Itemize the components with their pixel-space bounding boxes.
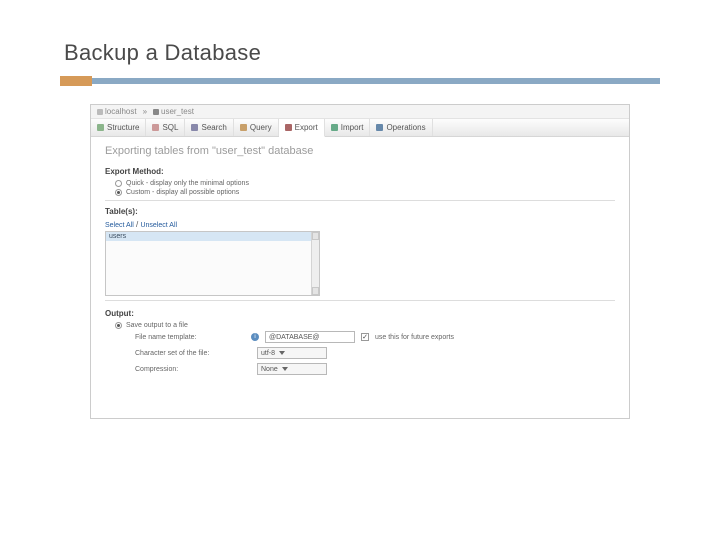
query-icon xyxy=(240,124,247,131)
export-content: Exporting tables from "user_test" databa… xyxy=(91,137,629,387)
accent-bar xyxy=(92,78,660,84)
radio-save-file[interactable] xyxy=(115,322,122,329)
tab-structure[interactable]: Structure xyxy=(91,119,146,136)
breadcrumb-db-label: user_test xyxy=(161,107,194,116)
future-exports-label: use this for future exports xyxy=(375,334,454,341)
tab-import[interactable]: Import xyxy=(325,119,371,136)
accent-block xyxy=(60,76,92,86)
database-icon xyxy=(153,109,159,115)
breadcrumb-db[interactable]: user_test xyxy=(153,107,194,116)
tables-listbox[interactable]: users xyxy=(105,231,320,296)
tab-search-label: Search xyxy=(201,123,226,132)
tab-query[interactable]: Query xyxy=(234,119,279,136)
filename-input[interactable]: @DATABASE@ xyxy=(265,331,355,343)
search-icon xyxy=(191,124,198,131)
tab-export-label: Export xyxy=(295,123,318,132)
scroll-down-button[interactable] xyxy=(312,287,319,295)
server-icon xyxy=(97,109,103,115)
sql-icon xyxy=(152,124,159,131)
charset-select[interactable]: utf-8 xyxy=(257,347,327,359)
charset-value: utf-8 xyxy=(261,350,275,357)
export-icon xyxy=(285,124,292,131)
list-item[interactable]: users xyxy=(106,232,319,241)
unselect-all-link[interactable]: Unselect All xyxy=(140,222,177,229)
divider xyxy=(105,200,615,201)
output-label: Output: xyxy=(105,309,615,318)
page-heading: Exporting tables from "user_test" databa… xyxy=(105,145,615,157)
save-output-label: Save output to a file xyxy=(126,322,188,329)
tab-sql-label: SQL xyxy=(162,123,178,132)
breadcrumb-server[interactable]: localhost xyxy=(97,107,137,116)
radio-custom[interactable] xyxy=(115,189,122,196)
compression-select[interactable]: None xyxy=(257,363,327,375)
future-exports-checkbox[interactable] xyxy=(361,333,369,341)
structure-icon xyxy=(97,124,104,131)
tab-operations-label: Operations xyxy=(386,123,425,132)
radio-quick[interactable] xyxy=(115,180,122,187)
tab-operations[interactable]: Operations xyxy=(370,119,432,136)
compression-value: None xyxy=(261,366,278,373)
breadcrumb-separator: » xyxy=(143,107,147,116)
export-method-label: Export Method: xyxy=(105,167,615,176)
tab-bar: Structure SQL Search Query Export Import… xyxy=(91,119,629,137)
info-icon[interactable]: i xyxy=(251,333,259,341)
scrollbar[interactable] xyxy=(311,232,319,295)
tab-search[interactable]: Search xyxy=(185,119,233,136)
tab-query-label: Query xyxy=(250,123,272,132)
radio-quick-label: Quick - display only the minimal options xyxy=(126,180,249,187)
filename-template-label: File name template: xyxy=(135,334,245,341)
chevron-down-icon xyxy=(279,351,285,355)
chevron-down-icon xyxy=(282,367,288,371)
tab-import-label: Import xyxy=(341,123,364,132)
tab-export[interactable]: Export xyxy=(279,119,325,137)
breadcrumb: localhost » user_test xyxy=(91,105,629,119)
breadcrumb-server-label: localhost xyxy=(105,107,137,116)
tab-structure-label: Structure xyxy=(107,123,139,132)
divider xyxy=(105,300,615,301)
charset-label: Character set of the file: xyxy=(135,350,245,357)
tab-sql[interactable]: SQL xyxy=(146,119,185,136)
radio-custom-label: Custom - display all possible options xyxy=(126,189,239,196)
phpmyadmin-screenshot: localhost » user_test Structure SQL Sear… xyxy=(90,104,630,419)
operations-icon xyxy=(376,124,383,131)
title-underline xyxy=(60,76,660,86)
import-icon xyxy=(331,124,338,131)
select-all-link[interactable]: Select All xyxy=(105,222,134,229)
slide-title: Backup a Database xyxy=(64,40,660,66)
tables-label: Table(s): xyxy=(105,207,615,216)
scroll-up-button[interactable] xyxy=(312,232,319,240)
compression-label: Compression: xyxy=(135,366,245,373)
